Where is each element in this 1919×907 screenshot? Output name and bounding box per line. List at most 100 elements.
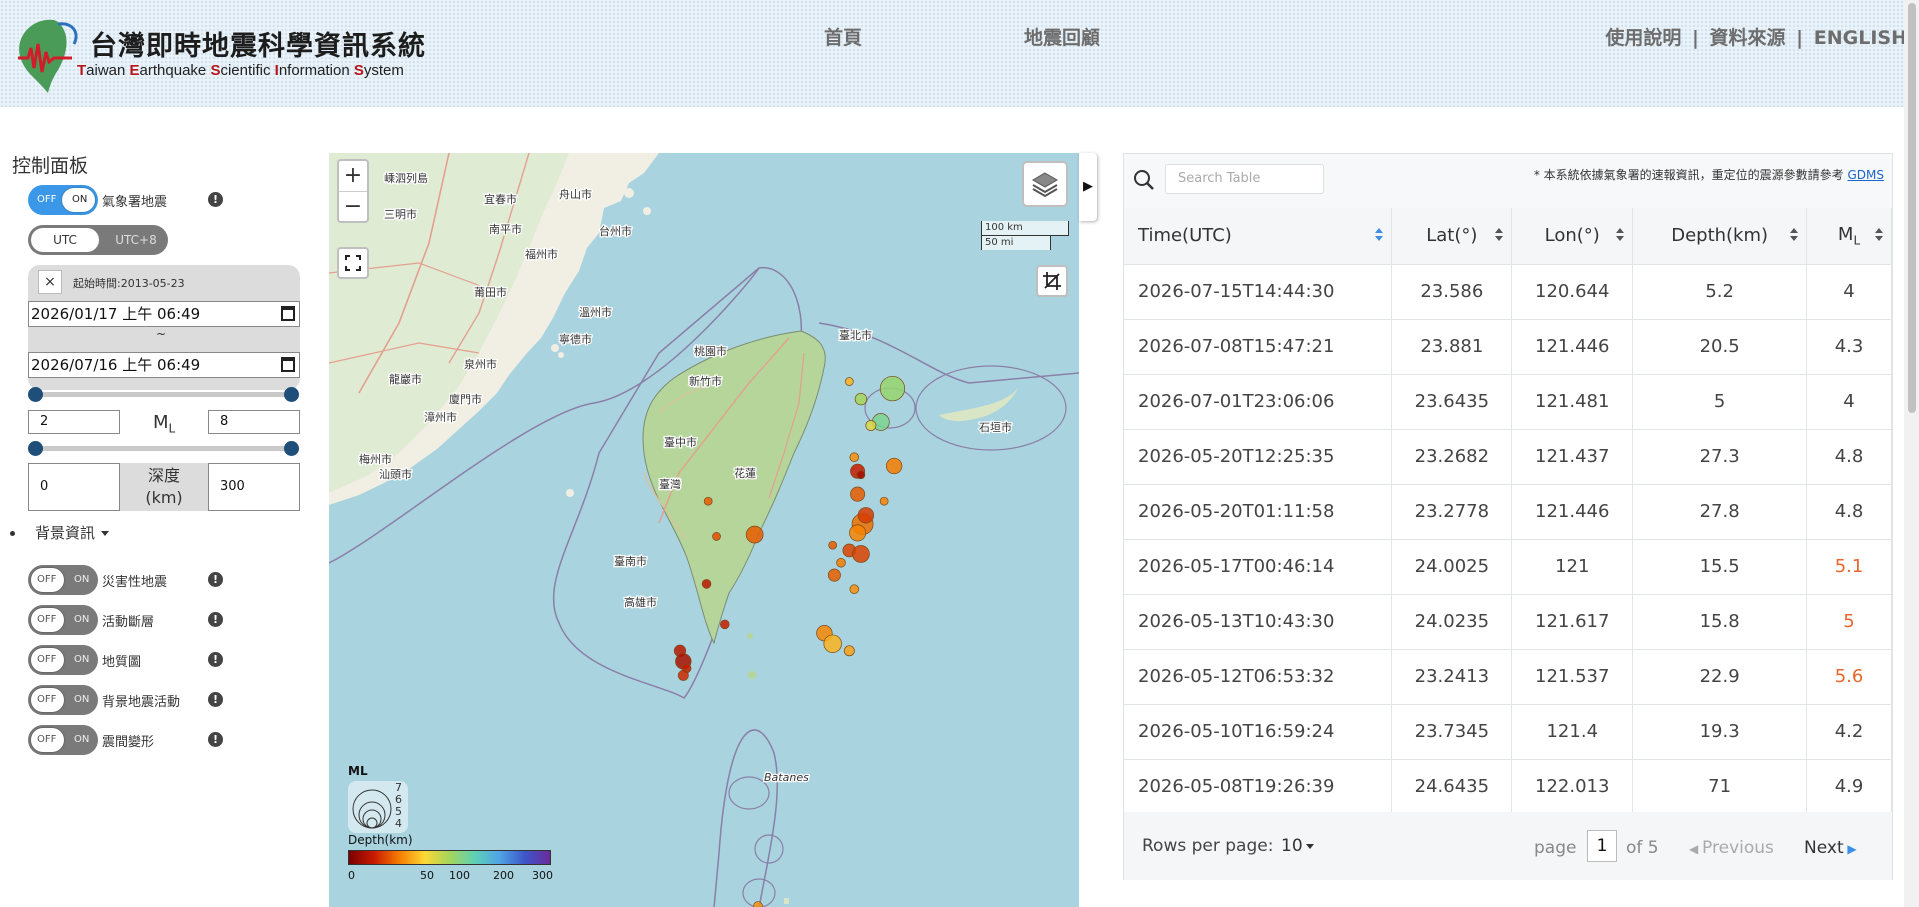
link-data-source[interactable]: 資料來源 bbox=[1710, 27, 1786, 49]
earthquake-marker[interactable] bbox=[850, 486, 866, 502]
crop-button[interactable] bbox=[1036, 265, 1068, 297]
earthquake-marker[interactable] bbox=[879, 496, 889, 506]
close-icon[interactable]: × bbox=[38, 270, 62, 294]
search-input[interactable]: Search Table bbox=[1165, 164, 1324, 194]
slider-handle-min[interactable] bbox=[28, 387, 43, 402]
earthquake-marker[interactable] bbox=[885, 457, 903, 475]
date-from-input[interactable]: 2026/01/17 上午 06:49 bbox=[28, 301, 300, 327]
earthquake-marker[interactable] bbox=[857, 507, 875, 524]
layer-toggle[interactable]: OFF ON bbox=[28, 645, 98, 675]
col-ml[interactable]: ML bbox=[1806, 208, 1892, 265]
table-row[interactable]: 2026-07-08T15:47:21 23.881 121.446 20.5 4.3 bbox=[1124, 319, 1892, 375]
earthquake-marker[interactable] bbox=[849, 452, 860, 462]
earthquake-marker[interactable] bbox=[856, 470, 866, 480]
background-info-dropdown[interactable]: 背景資訊 bbox=[10, 522, 110, 543]
earthquake-marker[interactable] bbox=[712, 532, 721, 541]
depth-max-input[interactable]: 300 bbox=[208, 463, 300, 511]
date-to-input[interactable]: 2026/07/16 上午 06:49 bbox=[28, 352, 300, 378]
layer-toggle[interactable]: OFF ON bbox=[28, 605, 98, 635]
table-row[interactable]: 2026-05-17T00:46:14 24.0025 121 15.5 5.1 bbox=[1124, 539, 1892, 595]
earthquake-marker[interactable] bbox=[865, 420, 877, 431]
zoom-in-button[interactable]: + bbox=[339, 161, 367, 191]
earthquake-marker[interactable] bbox=[836, 558, 846, 568]
col-depth[interactable]: Depth(km) bbox=[1632, 208, 1808, 265]
previous-button[interactable]: ◀ Previous bbox=[1689, 838, 1774, 858]
earthquake-marker[interactable] bbox=[879, 375, 906, 402]
layer-toggle[interactable]: OFF ON bbox=[28, 565, 98, 595]
timezone-utc8[interactable]: UTC+8 bbox=[106, 225, 166, 255]
sort-icon[interactable] bbox=[1790, 228, 1799, 242]
page-scrollbar[interactable] bbox=[1904, 0, 1919, 907]
title-en-capital: T bbox=[77, 62, 87, 79]
calendar-icon[interactable] bbox=[281, 357, 295, 372]
sort-icon[interactable] bbox=[1875, 228, 1883, 242]
earthquake-marker[interactable] bbox=[677, 669, 689, 681]
info-icon[interactable]: ! bbox=[208, 652, 223, 667]
timezone-utc[interactable]: UTC bbox=[31, 228, 99, 252]
table-row[interactable]: 2026-05-20T12:25:35 23.2682 121.437 27.3 4.8 bbox=[1124, 429, 1892, 485]
info-icon[interactable]: ! bbox=[208, 732, 223, 747]
table-row[interactable]: 2026-05-12T06:53:32 23.2413 121.537 22.9 5.6 bbox=[1124, 649, 1892, 705]
table-row[interactable]: 2026-05-20T01:11:58 23.2778 121.446 27.8 4.8 bbox=[1124, 484, 1892, 540]
sort-icon[interactable] bbox=[1616, 228, 1625, 242]
earthquake-marker[interactable] bbox=[701, 579, 712, 589]
timezone-toggle[interactable]: UTC UTC+8 bbox=[28, 225, 168, 255]
rows-per-page-select[interactable]: 10 bbox=[1281, 836, 1314, 856]
nav-earthquake-review[interactable]: 地震回顧 bbox=[1024, 23, 1100, 50]
ml-range-slider[interactable] bbox=[28, 387, 299, 402]
ml-min-input[interactable]: 2 bbox=[28, 410, 120, 434]
depth-min-input[interactable]: 0 bbox=[28, 463, 120, 511]
taiwan-logo-icon[interactable] bbox=[14, 14, 80, 94]
sort-icon[interactable] bbox=[1375, 228, 1384, 242]
slider-handle-min[interactable] bbox=[28, 441, 43, 456]
layers-button[interactable] bbox=[1022, 161, 1068, 207]
zoom-out-button[interactable]: − bbox=[339, 191, 367, 221]
earthquake-marker[interactable] bbox=[854, 392, 868, 406]
info-icon[interactable]: ! bbox=[208, 192, 223, 207]
next-button[interactable]: Next ▶ bbox=[1804, 838, 1857, 858]
layer-toggle[interactable]: OFF ON bbox=[28, 725, 98, 755]
earthquake-marker[interactable] bbox=[703, 496, 713, 506]
calendar-icon[interactable] bbox=[281, 306, 295, 321]
ml-max-input[interactable]: 8 bbox=[208, 410, 300, 434]
nav-home[interactable]: 首頁 bbox=[824, 23, 862, 50]
earthquake-marker[interactable] bbox=[753, 901, 763, 907]
earthquake-marker[interactable] bbox=[720, 619, 730, 630]
earthquake-map[interactable]: 嵊泗列島 舟山市 台州市 溫州市 寧德市 福州市 莆田市 泉州市 廈門市 漳州市 汕頭市 臺北市 桃園市… bbox=[329, 153, 1079, 907]
depth-range-slider[interactable] bbox=[28, 441, 299, 456]
page-input[interactable]: 1 bbox=[1587, 830, 1617, 862]
scrollbar-thumb[interactable] bbox=[1908, 3, 1916, 413]
earthquake-marker[interactable] bbox=[827, 568, 841, 582]
cwa-earthquake-toggle[interactable]: OFF ON bbox=[28, 185, 98, 215]
earthquake-marker[interactable] bbox=[849, 524, 867, 542]
info-icon[interactable]: ! bbox=[208, 612, 223, 627]
earthquake-marker[interactable] bbox=[823, 634, 842, 653]
col-lat[interactable]: Lat(°) bbox=[1391, 208, 1513, 265]
sort-icon[interactable] bbox=[1495, 228, 1504, 242]
table-row[interactable]: 2026-05-10T16:59:24 23.7345 121.4 19.3 4.2 bbox=[1124, 704, 1892, 760]
earthquake-marker[interactable] bbox=[852, 545, 870, 563]
table-row[interactable]: 2026-05-08T19:26:39 24.6435 122.013 71 4.9 bbox=[1124, 759, 1892, 815]
slider-handle-max[interactable] bbox=[284, 441, 299, 456]
earthquake-marker[interactable] bbox=[849, 584, 860, 594]
layer-toggle[interactable]: OFF ON bbox=[28, 685, 98, 715]
fullscreen-button[interactable] bbox=[337, 247, 369, 279]
link-usage-guide[interactable]: 使用說明 bbox=[1605, 27, 1681, 49]
earthquake-marker[interactable] bbox=[844, 377, 854, 386]
collapse-panel-button[interactable]: ▶ bbox=[1079, 153, 1097, 221]
slider-handle-max[interactable] bbox=[284, 387, 299, 402]
search-icon[interactable] bbox=[1133, 169, 1155, 191]
earthquake-marker[interactable] bbox=[843, 645, 855, 657]
link-english[interactable]: ENGLISH bbox=[1814, 27, 1907, 49]
table-row[interactable]: 2026-05-13T10:43:30 24.0235 121.617 15.8 5 bbox=[1124, 594, 1892, 650]
table-row[interactable]: 2026-07-01T23:06:06 23.6435 121.481 5 4 bbox=[1124, 374, 1892, 430]
site-title-zh[interactable]: 台灣即時地震科學資訊系統 bbox=[90, 24, 426, 63]
gdms-link[interactable]: GDMS bbox=[1847, 168, 1884, 182]
earthquake-marker[interactable] bbox=[745, 525, 764, 544]
info-icon[interactable]: ! bbox=[208, 692, 223, 707]
col-time[interactable]: Time(UTC) bbox=[1124, 208, 1393, 265]
info-icon[interactable]: ! bbox=[208, 572, 223, 587]
col-lon[interactable]: Lon(°) bbox=[1511, 208, 1634, 265]
earthquake-marker[interactable] bbox=[828, 540, 838, 550]
table-row[interactable]: 2026-07-15T14:44:30 23.586 120.644 5.2 4 bbox=[1124, 264, 1892, 320]
